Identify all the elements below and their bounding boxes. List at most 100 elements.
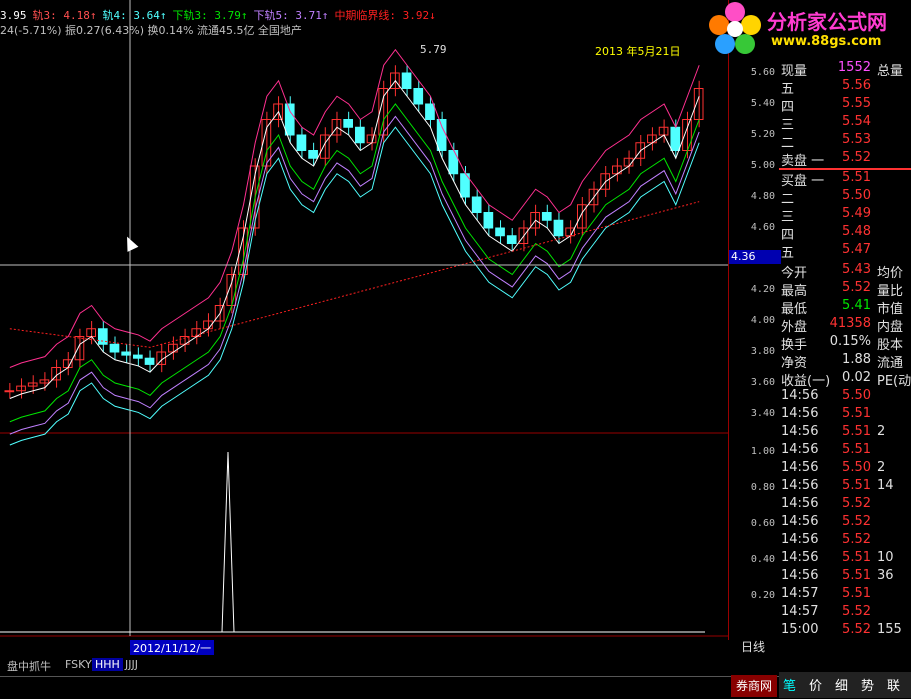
quote-extra: 36 xyxy=(877,568,894,583)
cursor-price: 4.36 xyxy=(729,250,781,264)
quote-extra: 市值 xyxy=(877,302,904,317)
bottom-tab[interactable]: FSKY xyxy=(62,658,95,671)
sell-level[interactable]: 二 5.53 xyxy=(779,132,911,151)
quote-value: 5.51 xyxy=(842,478,871,493)
volume-tick: 0.40 xyxy=(750,554,775,565)
tick-row[interactable]: 14:56 5.51 10 xyxy=(779,550,911,568)
buy-level[interactable]: 五 5.47 xyxy=(779,242,911,261)
tick-row[interactable]: 14:56 5.51 36 xyxy=(779,568,911,586)
tick-row[interactable]: 14:56 5.51 14 xyxy=(779,478,911,496)
candle-body xyxy=(4,390,15,393)
quote-value: 5.52 xyxy=(842,496,871,511)
quote-value: 5.51 xyxy=(842,442,871,457)
bottom-tab[interactable]: JJJJ xyxy=(122,658,141,671)
kline-canvas[interactable]: 10111212345 xyxy=(0,0,728,640)
quote-extra: 总量 xyxy=(877,64,904,79)
tick-row[interactable]: 14:57 5.52 xyxy=(779,604,911,622)
logo: 分析家公式网 www.88gs.com xyxy=(705,0,911,56)
tick-row[interactable]: 14:57 5.51 xyxy=(779,586,911,604)
quote-tab[interactable]: 势 xyxy=(861,675,874,694)
quote-label: 14:56 xyxy=(781,496,819,511)
quote-label: 外盘 xyxy=(781,320,808,335)
price-tick: 4.60 xyxy=(750,222,775,233)
quote-label: 14:56 xyxy=(781,532,819,547)
tick-row[interactable]: 14:56 5.51 xyxy=(779,442,911,460)
status-bar: 券商网 xyxy=(0,675,911,699)
quote-tab[interactable]: 细 xyxy=(835,675,848,694)
price-axis: 5.605.405.205.004.804.604.404.204.003.80… xyxy=(728,0,781,640)
indicator-item: 下轨5: 3.71↑ xyxy=(253,9,329,22)
tick-row[interactable]: 14:56 5.51 xyxy=(779,406,911,424)
buy-level[interactable]: 二 5.50 xyxy=(779,188,911,207)
quote-value: 5.55 xyxy=(842,96,871,111)
quote-tab[interactable]: 联 xyxy=(887,675,900,694)
quote-value: 5.56 xyxy=(842,78,871,93)
stat-row[interactable]: 收益(一) 0.02 PE(动 xyxy=(779,370,911,389)
stat-row[interactable]: 净资 1.88 流通 xyxy=(779,352,911,371)
stat-row[interactable]: 外盘 41358 内盘 xyxy=(779,316,911,335)
stat-row[interactable]: 最低 5.41 市值 xyxy=(779,298,911,317)
buy-level[interactable]: 四 5.48 xyxy=(779,224,911,243)
quote-label: 卖盘 一 xyxy=(781,154,825,169)
price-tick: 3.60 xyxy=(750,377,775,388)
quote-value: 1.88 xyxy=(842,352,871,367)
price-tick: 5.60 xyxy=(750,67,775,78)
chart-bg xyxy=(0,0,728,640)
quote-label: 14:56 xyxy=(781,568,819,583)
tick-row[interactable]: 15:00 5.52 155 xyxy=(779,622,911,640)
quote-tab[interactable]: 价 xyxy=(809,675,822,694)
candle-body xyxy=(121,351,132,356)
sell-level[interactable]: 五 5.56 xyxy=(779,78,911,97)
stat-row[interactable]: 今开 5.43 均价 xyxy=(779,262,911,281)
quote-extra: 155 xyxy=(877,622,902,637)
date-label: 2013 年5月21日 xyxy=(595,45,681,58)
buy-level[interactable]: 买盘 一 5.51 xyxy=(779,170,911,189)
quote-value: 5.52 xyxy=(842,150,871,165)
quote-label: 三 xyxy=(781,118,795,133)
stat-row[interactable]: 最高 5.52 量比 xyxy=(779,280,911,299)
price-tick: 4.00 xyxy=(750,315,775,326)
quote-value: 0.15% xyxy=(829,334,871,349)
candle-body xyxy=(553,219,564,237)
quote-label: 14:56 xyxy=(781,550,819,565)
sell-level[interactable]: 四 5.55 xyxy=(779,96,911,115)
indicator-item: 轨4: 3.64↑ xyxy=(102,9,167,22)
bottom-tab[interactable]: HHH xyxy=(92,658,123,671)
volume-tick: 0.80 xyxy=(750,482,775,493)
quote-value: 5.41 xyxy=(842,298,871,313)
broker-label[interactable]: 券商网 xyxy=(731,675,777,697)
candle-body xyxy=(401,72,412,89)
quote-value: 5.51 xyxy=(842,170,871,185)
sell-level[interactable]: 卖盘 一 5.52 xyxy=(779,150,911,169)
candle-body xyxy=(506,235,517,244)
quote-value: 5.52 xyxy=(842,622,871,637)
quote-tab[interactable]: 笔 xyxy=(783,675,796,694)
quote-value: 5.51 xyxy=(842,406,871,421)
candle-body xyxy=(541,212,552,221)
quote-value: 0.02 xyxy=(842,370,871,385)
tick-row[interactable]: 14:56 5.50 2 xyxy=(779,460,911,478)
tick-row[interactable]: 14:56 5.52 xyxy=(779,496,911,514)
sell-level[interactable]: 三 5.54 xyxy=(779,114,911,133)
price-tick: 3.40 xyxy=(750,408,775,419)
quote-extra: 内盘 xyxy=(877,320,904,335)
tick-row[interactable]: 14:56 5.52 xyxy=(779,514,911,532)
quote-extra: 均价 xyxy=(877,266,904,281)
quote-value: 5.51 xyxy=(842,586,871,601)
bottom-tab[interactable]: 盘中抓牛 xyxy=(4,658,54,674)
tick-row[interactable]: 14:56 5.50 xyxy=(779,388,911,406)
candle-body xyxy=(471,196,482,213)
buy-level[interactable]: 三 5.49 xyxy=(779,206,911,225)
quote-label: 五 xyxy=(781,246,795,261)
quote-label: 最高 xyxy=(781,284,808,299)
price-tick: 3.80 xyxy=(750,346,775,357)
candle-body xyxy=(425,103,435,120)
price-tick: 5.20 xyxy=(750,129,775,140)
stat-row[interactable]: 换手 0.15% 股本 xyxy=(779,334,911,353)
quote-label: 14:56 xyxy=(781,442,819,457)
volume-row[interactable]: 现量 1552 总量 xyxy=(779,60,911,79)
kline-chart[interactable]: 10111212345 3.95 轨3: 4.18↑ 轨4: 3.64↑ 下轨3: 3… xyxy=(0,0,728,655)
period-selector[interactable]: 日线 xyxy=(728,638,778,656)
tick-row[interactable]: 14:56 5.51 2 xyxy=(779,424,911,442)
tick-row[interactable]: 14:56 5.52 xyxy=(779,532,911,550)
